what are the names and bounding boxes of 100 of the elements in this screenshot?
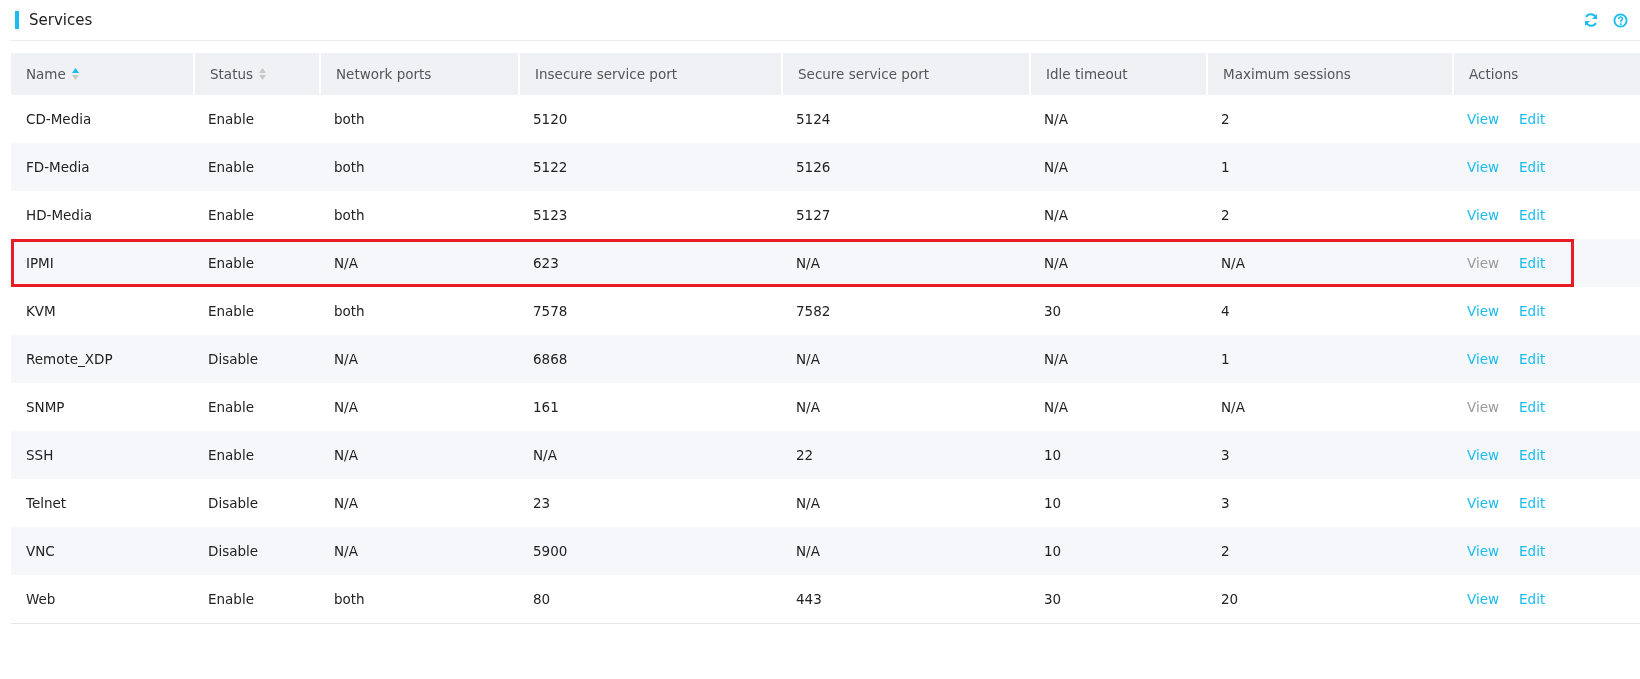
action-link[interactable]: View [1467, 591, 1500, 607]
table-cell-text: Enable [207, 591, 255, 607]
table-cell-text: 10 [1043, 543, 1063, 559]
action-link[interactable]: Edit [1519, 351, 1546, 367]
action-link[interactable]: Edit [1519, 159, 1546, 175]
action-link[interactable]: View [1467, 351, 1500, 367]
column-header[interactable]: Name [26, 66, 66, 82]
table-cell-text: N/A [795, 351, 821, 367]
sort-icon[interactable] [71, 68, 79, 80]
table-cell-text: 3 [1220, 495, 1231, 511]
table-cell-text: N/A [1043, 399, 1069, 415]
page-title: Services [29, 11, 94, 29]
table-cell-text: HD-Media [25, 207, 93, 223]
table-cell-text: N/A [1043, 111, 1069, 127]
table-cell-text: both [333, 111, 366, 127]
table-cell-text: 623 [532, 255, 560, 271]
table-cell-text: 2 [1220, 111, 1231, 127]
help-icon[interactable] [1613, 12, 1628, 28]
table-cell-text: N/A [333, 399, 359, 415]
action-link[interactable]: View [1467, 159, 1500, 175]
table-cell-text: 23 [532, 495, 552, 511]
action-link[interactable]: View [1467, 543, 1500, 559]
table-cell-text: N/A [1043, 207, 1069, 223]
table-cell-text: 7578 [532, 303, 569, 319]
table-cell-text: 443 [795, 591, 823, 607]
action-link[interactable]: Edit [1519, 543, 1546, 559]
table-cell-text: N/A [333, 447, 359, 463]
table-cell-text: 2 [1220, 207, 1231, 223]
table-cell-text: 2 [1220, 543, 1231, 559]
table-cell-text: 30 [1043, 591, 1063, 607]
table-cell-text: 5127 [795, 207, 832, 223]
table-cell-text: 5120 [532, 111, 569, 127]
table-cell-text: Enable [207, 111, 255, 127]
action-link[interactable]: Edit [1519, 303, 1546, 319]
action-link[interactable]: View [1467, 111, 1500, 127]
table-cell-text: N/A [795, 543, 821, 559]
table-cell-text: N/A [333, 351, 359, 367]
table-cell-text: 4 [1220, 303, 1231, 319]
table-cell-text: Telnet [25, 495, 68, 511]
table-cell-text: 5900 [532, 543, 569, 559]
action-link[interactable]: Edit [1519, 447, 1546, 463]
action-link[interactable]: Edit [1519, 591, 1546, 607]
action-link[interactable]: Edit [1519, 255, 1546, 271]
table-cell-text: N/A [1220, 399, 1246, 415]
table-cell-text: 5123 [532, 207, 569, 223]
table-cell-text: 3 [1220, 447, 1231, 463]
table-cell-text: N/A [1043, 351, 1069, 367]
action-link[interactable]: Edit [1519, 495, 1546, 511]
action-link[interactable]: Edit [1519, 111, 1546, 127]
table-cell-text: Enable [207, 159, 255, 175]
table-cell-text: 1 [1220, 159, 1231, 175]
table-cell-text: SNMP [25, 399, 66, 415]
table-cell-text: 80 [532, 591, 552, 607]
column-header: Idle timeout [1046, 66, 1128, 82]
table-cell-text: N/A [333, 255, 359, 271]
table-cell-text: 5122 [532, 159, 569, 175]
sort-icon[interactable] [259, 68, 267, 80]
refresh-icon[interactable] [1583, 12, 1599, 28]
table-cell-text: Remote_XDP [25, 351, 114, 367]
action-link[interactable]: View [1467, 303, 1500, 319]
table-cell-text: 5126 [795, 159, 832, 175]
table-cell-text: both [333, 159, 366, 175]
table-cell-text: 5124 [795, 111, 832, 127]
table-cell-text: N/A [795, 495, 821, 511]
table-cell-text: both [333, 207, 366, 223]
table-cell-text: N/A [1043, 159, 1069, 175]
table-cell-text: 1 [1220, 351, 1231, 367]
table-cell-text: KVM [25, 303, 57, 319]
column-header: Actions [1469, 66, 1519, 82]
table-cell-text: N/A [795, 399, 821, 415]
table-cell-text: N/A [1220, 255, 1246, 271]
action-link[interactable]: View [1467, 207, 1500, 223]
table-cell-text: FD-Media [25, 159, 91, 175]
table-cell-text: 10 [1043, 495, 1063, 511]
table-cell-text: Enable [207, 399, 255, 415]
table-cell-text: 22 [795, 447, 815, 463]
table-cell-text: 10 [1043, 447, 1063, 463]
table-cell-text: Disable [207, 351, 260, 367]
column-header[interactable]: Status [210, 66, 254, 82]
column-header: Maximum sessions [1223, 66, 1351, 82]
table-cell-text: N/A [333, 495, 359, 511]
action-link[interactable]: Edit [1519, 207, 1546, 223]
column-header: Network ports [336, 66, 432, 82]
column-header: Secure service port [798, 66, 930, 82]
action-link[interactable]: View [1467, 447, 1500, 463]
table-cell-text: both [333, 591, 366, 607]
table-cell-text: Disable [207, 495, 260, 511]
table-cell-text: Disable [207, 543, 260, 559]
action-link[interactable]: View [1467, 495, 1500, 511]
table-cell-text: Enable [207, 447, 255, 463]
column-header: Insecure service port [535, 66, 678, 82]
table-cell-text: Web [25, 591, 57, 607]
table-cell-text: 161 [532, 399, 560, 415]
table-cell-text: N/A [1043, 255, 1069, 271]
table-cell-text: N/A [795, 255, 821, 271]
table-cell-text: 30 [1043, 303, 1063, 319]
table-cell-text: Enable [207, 255, 255, 271]
table-cell-text: N/A [532, 447, 558, 463]
action-link[interactable]: Edit [1519, 399, 1546, 415]
table-cell-text: CD-Media [25, 111, 93, 127]
